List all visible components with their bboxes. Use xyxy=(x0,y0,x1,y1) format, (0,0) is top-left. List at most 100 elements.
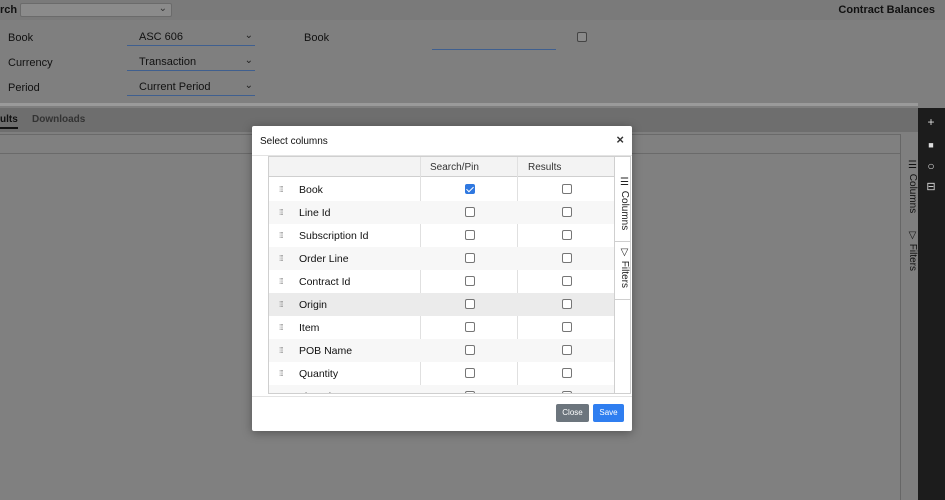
search-pin-checkbox[interactable] xyxy=(465,253,475,263)
save-icon[interactable]: ■ xyxy=(923,137,939,153)
close-button[interactable]: Close xyxy=(556,404,589,422)
column-name: Subscription Id xyxy=(299,230,369,242)
search-pin-checkbox[interactable] xyxy=(465,276,475,286)
search-pin-checkbox[interactable] xyxy=(465,299,475,309)
book-checkbox[interactable] xyxy=(577,32,587,42)
period-label: Period xyxy=(8,82,40,94)
results-checkbox[interactable] xyxy=(562,276,572,286)
close-icon[interactable]: × xyxy=(616,132,624,147)
top-bar: rch ⌄ Contract Balances xyxy=(0,0,945,20)
columns-grid-header: Search/Pin Results xyxy=(269,157,614,177)
book-select[interactable]: ASC 606 ⌄ xyxy=(127,26,255,46)
header-search-pin[interactable]: Search/Pin xyxy=(430,162,479,173)
column-name: Item xyxy=(299,322,320,334)
app-title: Contract Balances xyxy=(838,4,935,16)
modal-tab-columns[interactable]: ☰ Columns xyxy=(615,177,630,230)
list-item[interactable]: ⁞⁞⁞ Origin xyxy=(269,293,614,316)
columns-icon: ☰ xyxy=(907,160,918,174)
drag-handle-icon[interactable]: ⁞⁞⁞ xyxy=(279,231,284,240)
list-item[interactable]: ⁞⁞⁞ List Price xyxy=(269,385,614,393)
chevron-down-icon: ⌄ xyxy=(244,55,253,66)
period-select-value: Current Period xyxy=(139,81,211,93)
list-item[interactable]: ⁞⁞⁞ Order Line xyxy=(269,247,614,270)
divider xyxy=(615,241,630,242)
tab-results[interactable]: ults xyxy=(0,114,18,129)
column-name: Quantity xyxy=(299,368,339,380)
drag-handle-icon[interactable]: ⁞⁞⁞ xyxy=(279,185,284,194)
side-tab-columns-label: Columns xyxy=(907,173,918,214)
search-pin-checkbox[interactable] xyxy=(465,230,475,240)
currency-label: Currency xyxy=(8,57,53,69)
drag-handle-icon[interactable]: ⁞⁞⁞ xyxy=(279,392,284,393)
column-name: List Price xyxy=(299,391,342,393)
book-select-value: ASC 606 xyxy=(139,31,184,43)
search-pin-checkbox[interactable] xyxy=(465,345,475,355)
drag-handle-icon[interactable]: ⁞⁞⁞ xyxy=(279,277,284,286)
table-icon[interactable]: ⊟ xyxy=(923,179,939,195)
modal-tab-filters-label: Filters xyxy=(619,260,630,289)
column-name: Order Line xyxy=(299,253,349,265)
book-input[interactable] xyxy=(432,49,556,50)
results-checkbox[interactable] xyxy=(562,230,572,240)
drag-handle-icon[interactable]: ⁞⁞⁞ xyxy=(279,208,284,217)
drag-handle-icon[interactable]: ⁞⁞⁞ xyxy=(279,369,284,378)
circle-icon[interactable]: ○ xyxy=(923,158,939,174)
search-label: rch xyxy=(0,4,18,16)
list-item[interactable]: ⁞⁞⁞ POB Name xyxy=(269,339,614,362)
drag-handle-icon[interactable]: ⁞⁞⁞ xyxy=(279,300,284,309)
currency-select-value: Transaction xyxy=(139,56,197,68)
plus-icon[interactable]: + xyxy=(923,114,939,130)
drag-handle-icon[interactable]: ⁞⁞⁞ xyxy=(279,323,284,332)
column-name: Book xyxy=(299,184,323,196)
modal-tab-columns-label: Columns xyxy=(619,190,630,231)
columns-icon: ☰ xyxy=(619,177,630,191)
period-select[interactable]: Current Period ⌄ xyxy=(127,76,255,96)
divider xyxy=(0,103,918,106)
side-tab-filters[interactable]: ▽ Filters xyxy=(901,226,918,271)
list-item[interactable]: ⁞⁞⁞ Line Id xyxy=(269,201,614,224)
modal-tab-filters[interactable]: ▽ Filters xyxy=(615,247,630,288)
chevron-down-icon: ⌄ xyxy=(244,80,253,91)
columns-grid: Search/Pin Results ⁞⁞⁞ Book ⁞⁞⁞ Line Id ⁞⁞⁞ S… xyxy=(268,156,615,394)
header-results[interactable]: Results xyxy=(528,162,561,173)
results-checkbox[interactable] xyxy=(562,184,572,194)
drag-handle-icon[interactable]: ⁞⁞⁞ xyxy=(279,346,284,355)
grid-side-panel: ☰ Columns ▽ Filters xyxy=(900,134,918,500)
modal-title: Select columns xyxy=(260,136,328,147)
search-pin-checkbox[interactable] xyxy=(465,184,475,194)
column-name: POB Name xyxy=(299,345,353,357)
search-pin-checkbox[interactable] xyxy=(465,368,475,378)
list-item[interactable]: ⁞⁞⁞ Subscription Id xyxy=(269,224,614,247)
book-label: Book xyxy=(8,32,34,44)
search-pin-checkbox[interactable] xyxy=(465,391,475,393)
search-select[interactable]: ⌄ xyxy=(20,3,172,17)
list-item[interactable]: ⁞⁞⁞ Contract Id xyxy=(269,270,614,293)
list-item[interactable]: ⁞⁞⁞ Item xyxy=(269,316,614,339)
column-name: Line Id xyxy=(299,207,331,219)
drag-handle-icon[interactable]: ⁞⁞⁞ xyxy=(279,254,284,263)
side-tab-columns[interactable]: ☰ Columns xyxy=(901,156,918,213)
results-checkbox[interactable] xyxy=(562,322,572,332)
chevron-down-icon: ⌄ xyxy=(244,30,253,41)
results-checkbox[interactable] xyxy=(562,345,572,355)
filter-icon: ▽ xyxy=(907,230,918,244)
side-tab-filters-label: Filters xyxy=(907,243,918,272)
results-checkbox[interactable] xyxy=(562,253,572,263)
search-pin-checkbox[interactable] xyxy=(465,207,475,217)
book-label-2: Book xyxy=(304,32,330,44)
search-pin-checkbox[interactable] xyxy=(465,322,475,332)
list-item[interactable]: ⁞⁞⁞ Book xyxy=(269,178,614,201)
results-checkbox[interactable] xyxy=(562,207,572,217)
right-toolbar: + ■ ○ ⊟ xyxy=(918,108,945,500)
list-item[interactable]: ⁞⁞⁞ Quantity xyxy=(269,362,614,385)
modal-footer-divider xyxy=(252,396,632,397)
results-checkbox[interactable] xyxy=(562,299,572,309)
currency-select[interactable]: Transaction ⌄ xyxy=(127,51,255,71)
select-columns-modal: Select columns × Search/Pin Results ⁞⁞⁞ B… xyxy=(252,126,632,431)
column-name: Contract Id xyxy=(299,276,351,288)
chevron-down-icon: ⌄ xyxy=(158,3,167,14)
save-button[interactable]: Save xyxy=(593,404,624,422)
results-checkbox[interactable] xyxy=(562,368,572,378)
tab-downloads[interactable]: Downloads xyxy=(32,114,85,125)
results-checkbox[interactable] xyxy=(562,391,572,393)
